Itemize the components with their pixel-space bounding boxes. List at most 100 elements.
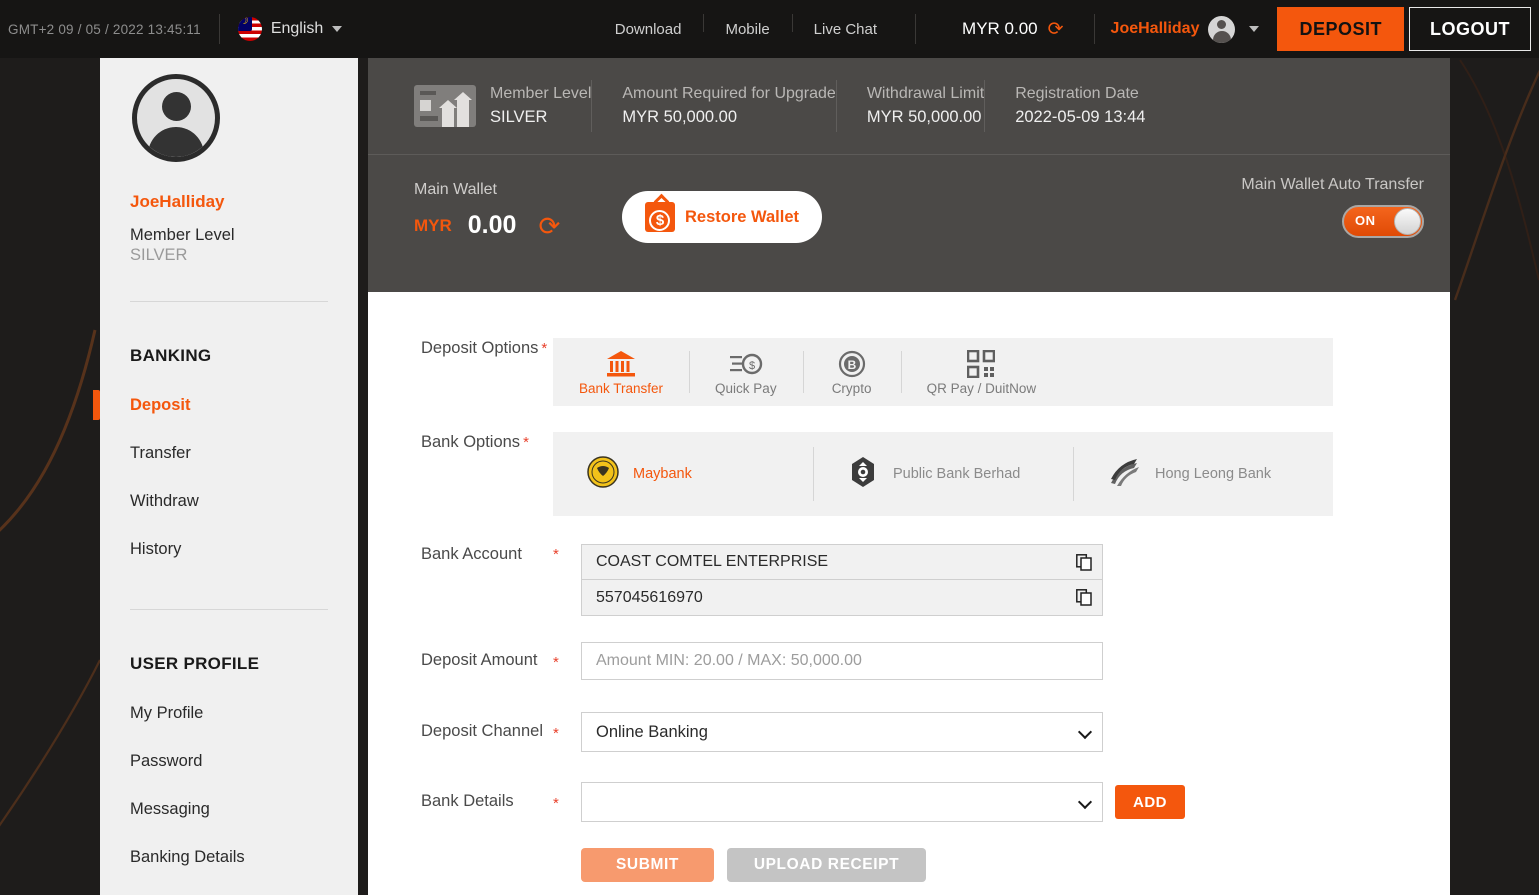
bank-option-maybank[interactable]: Maybank [553, 447, 813, 501]
deposit-button[interactable]: DEPOSIT [1277, 7, 1404, 51]
bank-account-number-field: 557045616970 [581, 580, 1103, 616]
divider [1093, 14, 1095, 44]
main-wallet-bar: Main Wallet MYR 0.00 ⟳ Restore Wallet Ma… [368, 154, 1450, 292]
bank-option-public-bank-berhad[interactable]: Public Bank Berhad [813, 447, 1073, 501]
info-label: Amount Required for Upgrade [622, 85, 836, 103]
bank-label: Hong Leong Bank [1155, 466, 1272, 482]
sidebar-member-level-value: SILVER [130, 246, 188, 264]
bank-details-select-wrap [581, 782, 1103, 822]
member-card-icon [414, 85, 476, 127]
deposit-channel-select[interactable]: Online Banking [581, 712, 1103, 752]
required-asterisk: * [541, 340, 548, 357]
label-deposit-amount: Deposit Amount [421, 651, 538, 670]
info-label: Registration Date [1015, 85, 1139, 103]
qr-code-icon [967, 349, 996, 379]
logout-button[interactable]: LOGOUT [1409, 7, 1531, 51]
add-bank-details-button[interactable]: ADD [1115, 785, 1185, 819]
option-label: Crypto [831, 380, 872, 396]
required-asterisk: * [553, 546, 559, 563]
deposit-option-quick-pay[interactable]: $ Quick Pay [689, 345, 803, 400]
nav-mobile[interactable]: Mobile [703, 13, 791, 37]
balance-display: MYR 0.00 ⟳ [932, 19, 1078, 39]
main-wallet-title: Main Wallet [414, 181, 497, 198]
nav-live-chat[interactable]: Live Chat [791, 13, 899, 37]
avatar [1208, 15, 1236, 43]
timezone-datetime: GMT+2 09 / 05 / 2022 13:45:11 [8, 21, 201, 37]
username-label: JoeHalliday [1110, 20, 1200, 37]
language-selector[interactable]: English [237, 17, 343, 41]
hong-leong-logo-icon [1107, 457, 1141, 492]
sidebar-username: JoeHalliday [130, 192, 225, 211]
label-bank-account: Bank Account [421, 545, 522, 563]
user-menu[interactable]: JoeHalliday [1110, 15, 1236, 43]
maybank-logo-icon [587, 455, 619, 493]
balance-amount: MYR 0.00 [962, 19, 1038, 38]
label-text: Deposit Options [421, 339, 539, 357]
info-value: MYR 50,000.00 [622, 107, 738, 126]
sidebar-item-transfer[interactable]: Transfer [130, 444, 328, 462]
sidebar-item-deposit[interactable]: Deposit [93, 389, 328, 421]
auto-transfer-toggle[interactable]: ON [1342, 205, 1424, 238]
bank-details-select[interactable] [581, 782, 1103, 822]
sidebar-item-history[interactable]: History [130, 540, 328, 558]
deposit-option-bank-transfer[interactable]: Bank Transfer [553, 345, 689, 400]
label-deposit-options: Deposit Options * [368, 338, 553, 359]
toggle-knob [1394, 208, 1421, 235]
submit-button[interactable]: SUBMIT [581, 848, 714, 882]
sidebar-item-messaging[interactable]: Messaging [130, 800, 328, 818]
info-label: Member Level [490, 85, 592, 103]
bank-account-number-value: 557045616970 [596, 588, 703, 606]
label-bank-details: Bank Details [421, 792, 514, 811]
info-value: SILVER [490, 107, 548, 126]
required-asterisk: * [523, 434, 529, 451]
top-bar: GMT+2 09 / 05 / 2022 13:45:11 English Do… [0, 0, 1539, 58]
refresh-icon[interactable]: ⟳ [538, 213, 560, 239]
option-label: QR Pay / DuitNow [926, 380, 1037, 396]
deposit-option-crypto[interactable]: B Crypto [802, 345, 901, 400]
row-bank-details: Bank Details * ADD [368, 782, 1450, 822]
sidebar-member-level-label: Member Level [130, 226, 235, 244]
copy-icon[interactable] [1076, 589, 1092, 606]
row-bank-account: Bank Account * COAST COMTEL ENTERPRISE 5… [368, 544, 1450, 616]
svg-text:$: $ [749, 360, 755, 372]
chevron-down-icon[interactable] [1249, 26, 1260, 32]
option-label: Bank Transfer [579, 380, 664, 396]
language-label: English [270, 20, 324, 37]
user-avatar-icon [132, 74, 220, 162]
deposit-amount-input[interactable] [581, 642, 1103, 680]
restore-wallet-button[interactable]: Restore Wallet [622, 191, 822, 243]
sidebar-item-password[interactable]: Password [130, 752, 328, 770]
label-bank-options: Bank Options * [368, 432, 553, 453]
nav-download[interactable]: Download [593, 22, 704, 37]
info-cell-registration-date: Registration Date 2022-05-09 13:44 [984, 78, 1145, 134]
sidebar-item-banking-details[interactable]: Banking Details [130, 848, 328, 866]
bank-icon [606, 349, 636, 379]
bank-label: Maybank [633, 466, 692, 482]
bank-label: Public Bank Berhad [893, 466, 1021, 482]
auto-transfer-label: Main Wallet Auto Transfer [1241, 176, 1424, 193]
info-value: 2022-05-09 13:44 [1015, 107, 1146, 126]
sidebar-item-withdraw[interactable]: Withdraw [130, 492, 328, 510]
divider [218, 14, 220, 44]
deposit-option-qr-pay-duitnow[interactable]: QR Pay / DuitNow [900, 345, 1063, 400]
sidebar: JoeHalliday Member Level SILVER BANKING … [93, 58, 358, 895]
sidebar-heading-user-profile: USER PROFILE [130, 653, 260, 673]
row-deposit-amount: Deposit Amount * [368, 642, 1450, 680]
sidebar-item-my-profile[interactable]: My Profile [130, 704, 328, 722]
deposit-form-panel: Deposit Options * Bank Transfer $ Quick P… [368, 292, 1450, 895]
upload-receipt-button[interactable]: UPLOAD RECEIPT [727, 848, 926, 882]
divider [130, 608, 328, 610]
bank-option-hong-leong-bank[interactable]: Hong Leong Bank [1073, 447, 1333, 501]
main-wallet-balance-row: MYR 0.00 ⟳ [414, 211, 560, 240]
required-asterisk: * [553, 653, 559, 671]
top-bar-right: Download Mobile Live Chat MYR 0.00 ⟳ Joe… [593, 0, 1539, 58]
refresh-icon[interactable]: ⟳ [1048, 20, 1064, 39]
deposit-options-group: Bank Transfer $ Quick Pay B Crypto QR Pa… [553, 338, 1333, 406]
avatar-wrapper [130, 58, 328, 162]
bitcoin-icon: B [838, 349, 866, 379]
copy-icon[interactable] [1076, 553, 1092, 571]
divider [130, 301, 328, 302]
info-cell-upgrade-amount: Amount Required for Upgrade MYR 50,000.0… [591, 78, 836, 134]
